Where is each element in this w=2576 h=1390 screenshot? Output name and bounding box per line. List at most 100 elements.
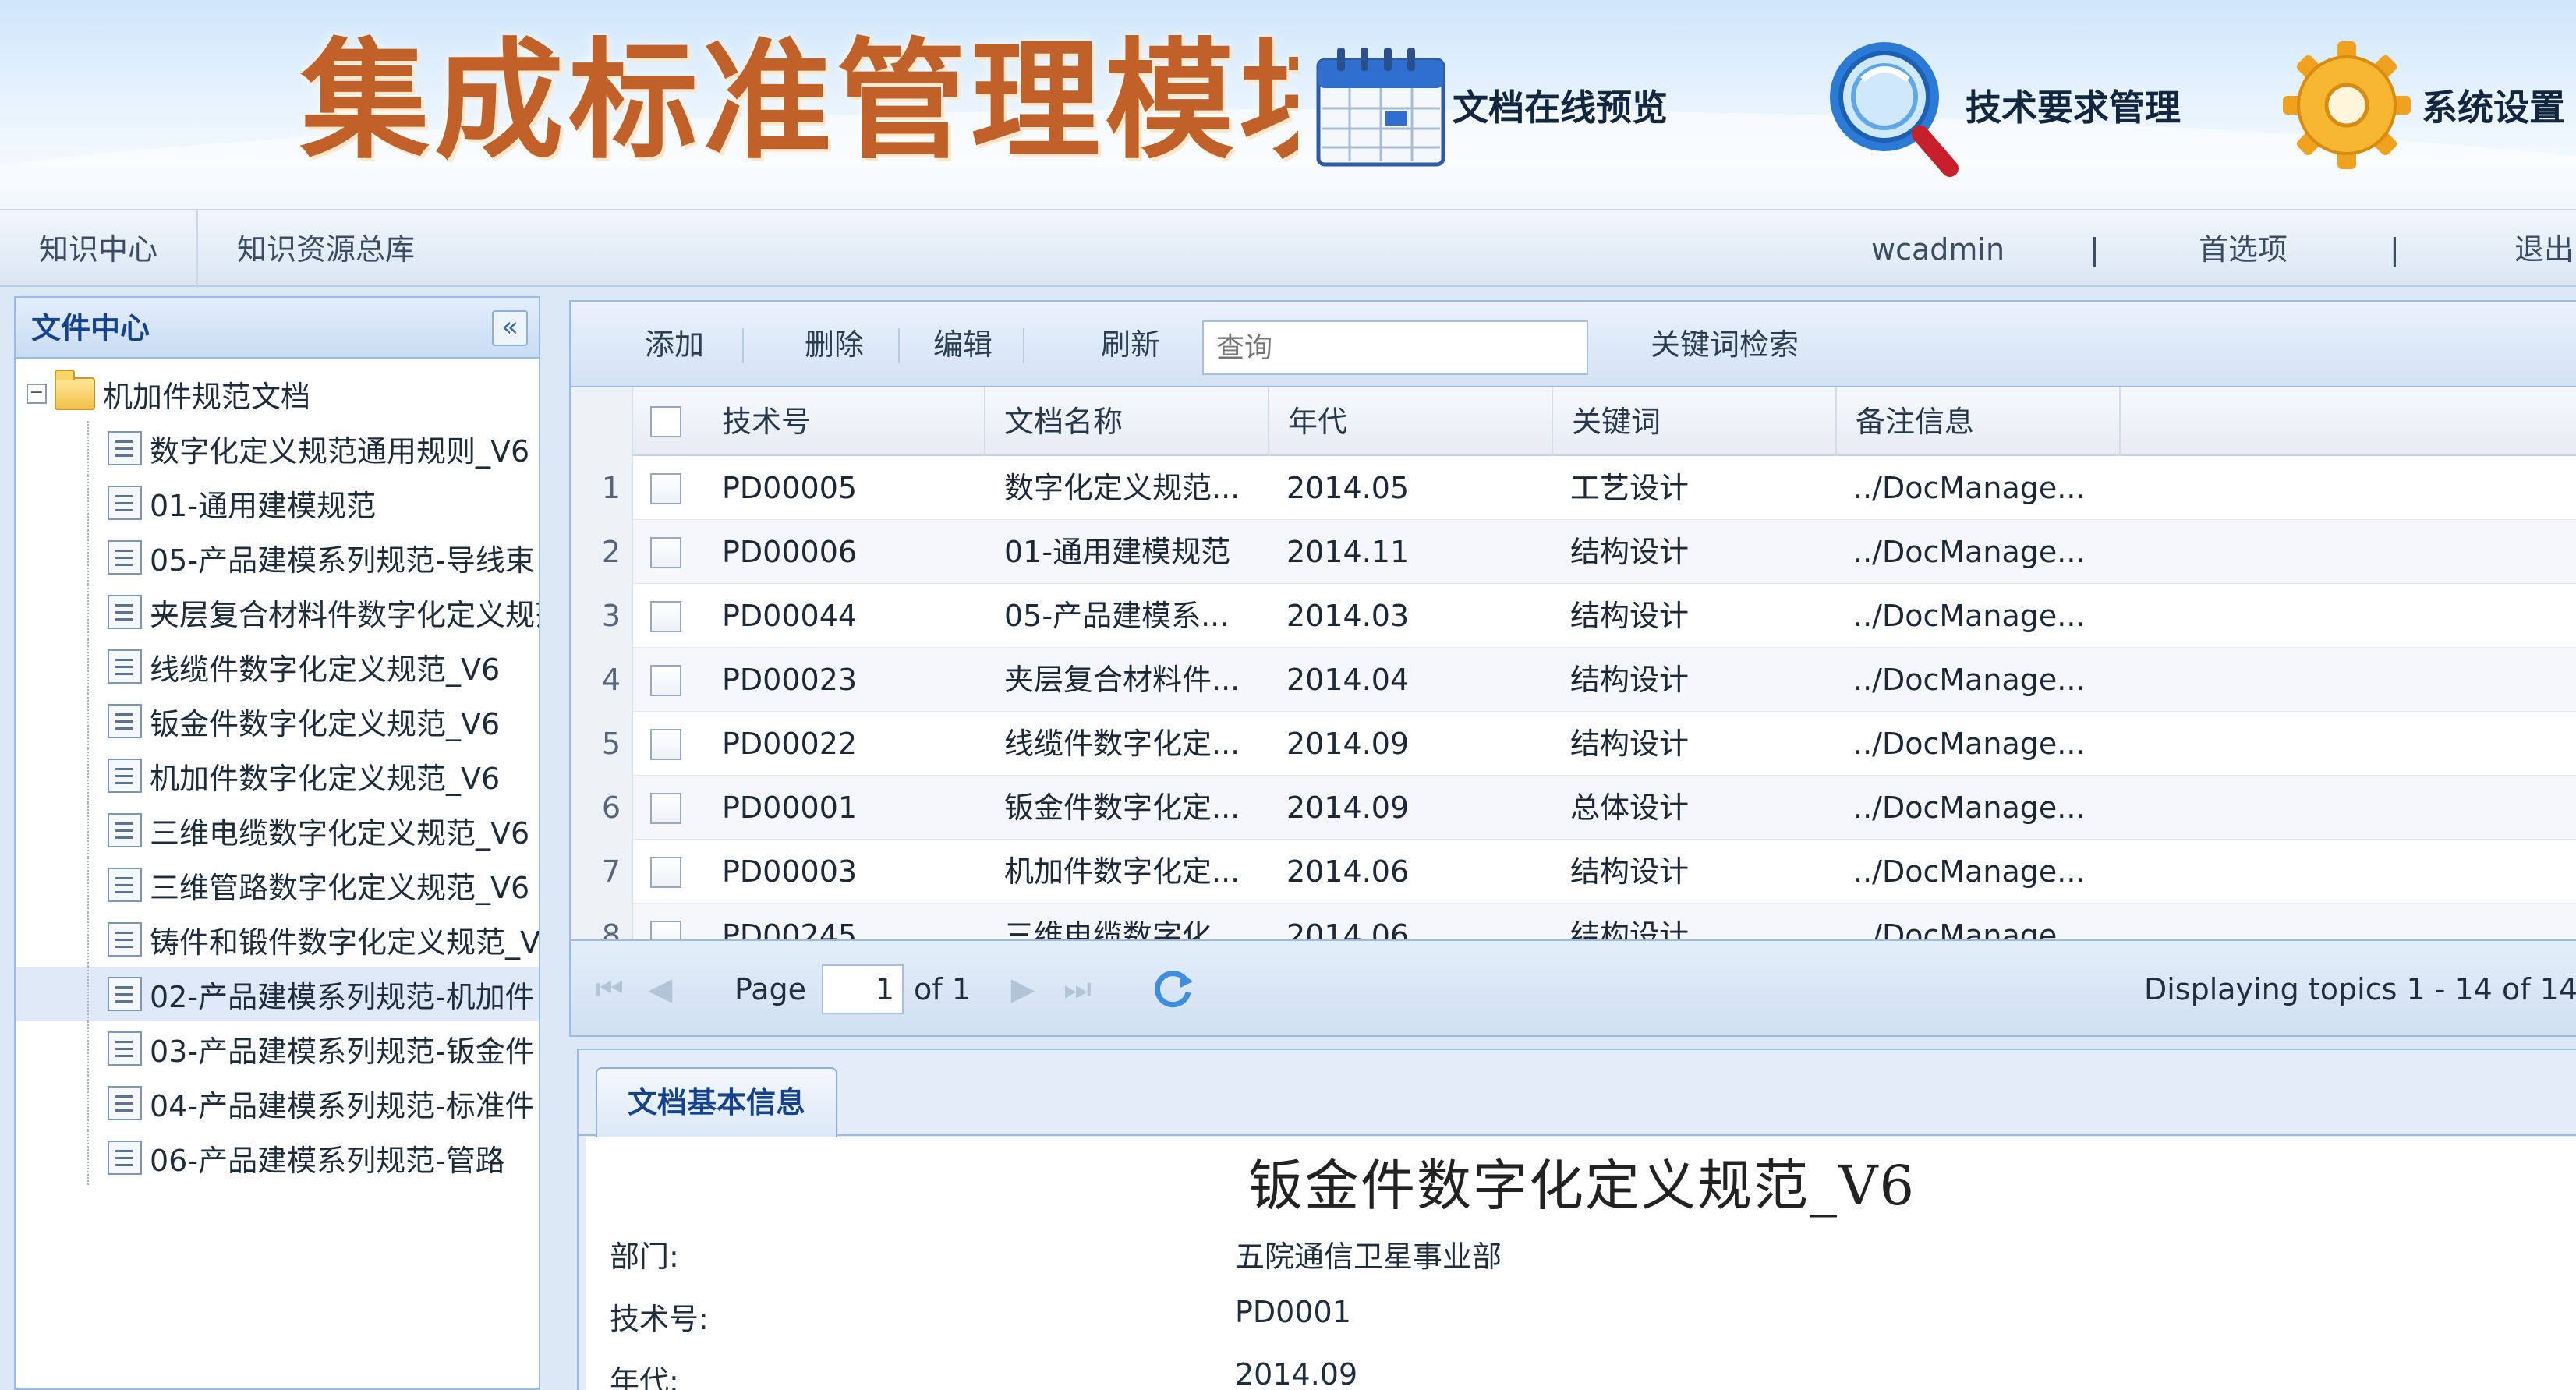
detail-tabstrip: 文档基本信息 (579, 1050, 2576, 1137)
tree-item[interactable]: 02-产品建模系列规范-机加件 (16, 967, 539, 1021)
tree-item[interactable]: 夹层复合材料件数字化定义规范 (16, 585, 539, 639)
tree-item[interactable]: 03-产品建模系列规范-钣金件 (16, 1021, 539, 1076)
menu-knowledge-center[interactable]: 知识中心 (0, 210, 199, 288)
tree-item-label: 02-产品建模系列规范-机加件 (150, 979, 535, 1014)
cell-keywords: 结构设计 (1570, 727, 1690, 761)
row-checkbox[interactable] (650, 729, 681, 760)
tree-item-label: 三维电缆数字化定义规范_V6 (150, 815, 530, 851)
row-checkbox[interactable] (650, 793, 681, 824)
next-page-icon[interactable]: ▶ (1007, 971, 1039, 1008)
document-icon (108, 922, 142, 957)
document-icon (108, 1086, 142, 1120)
page-number-input[interactable] (822, 964, 904, 1014)
app-title: 集成标准管理模块 (300, 25, 1298, 177)
nav-online-preview[interactable]: 文档在线预览 (1314, 31, 1668, 179)
detail-body: 钣金件数字化定义规范_V6 部门: 五院通信卫星事业部 技术号: PD0001 … (586, 1137, 2576, 1390)
row-checkbox[interactable] (650, 857, 681, 888)
preferences-link[interactable]: 首选项 (2199, 210, 2288, 288)
menu-knowledge-library[interactable]: 知识资源总库 (198, 210, 454, 288)
column-header-notes[interactable]: 备注信息 (1837, 387, 2121, 456)
select-all-checkbox[interactable] (650, 406, 681, 437)
table-row[interactable]: 3 PD00044 05-产品建模系... 2014.03 结构设计 ../DocMana… (571, 584, 2576, 648)
row-checkbox[interactable] (650, 537, 681, 568)
document-grid-panel: 添加 删除 编辑 刷新 关键词检索 技术号 文档名称 年代 关键词 备注信息 1… (569, 300, 2576, 1037)
row-checkbox[interactable] (650, 473, 681, 504)
table-row[interactable]: 2 PD00006 01-通用建模规范 2014.11 结构设计 ../DocManage… (571, 520, 2576, 584)
row-number: 4 (571, 648, 633, 712)
cell-tech-no: PD00022 (722, 727, 858, 761)
cell-doc-name: 夹层复合材料件... (1004, 663, 1240, 697)
tree-item[interactable]: 线缆件数字化定义规范_V6 (16, 639, 539, 694)
tech-no-label: 技术号: (610, 1302, 709, 1336)
menu-separator: | (2390, 232, 2400, 267)
collapse-panel-button[interactable]: « (492, 310, 528, 346)
tree-item[interactable]: 04-产品建模系列规范-标准件 (16, 1076, 539, 1130)
cell-notes: ../DocManage... (1853, 727, 2086, 761)
tab-basic-info[interactable]: 文档基本信息 (596, 1067, 837, 1137)
table-row[interactable]: 6 PD00001 钣金件数字化定... 2014.09 总体设计 ../DocManag… (571, 776, 2576, 840)
document-icon (108, 1031, 142, 1066)
column-header-year[interactable]: 年代 (1269, 387, 1553, 456)
cell-year: 2014.09 (1286, 790, 1410, 825)
file-center-header: 文件中心 « (16, 298, 539, 359)
row-number: 6 (571, 776, 633, 840)
nav-tech-requirements[interactable]: 技术要求管理 (1821, 31, 2181, 179)
tree-item[interactable]: 铸件和锻件数字化定义规范_V6 (16, 912, 539, 967)
tree-toggle-icon[interactable]: − (27, 384, 47, 404)
cell-keywords: 结构设计 (1570, 854, 1690, 889)
refresh-button[interactable]: 刷新 (1101, 302, 1160, 387)
tree-root-node[interactable]: − 机加件规范文档 (16, 366, 539, 421)
cell-tech-no: PD00006 (722, 535, 858, 569)
keyword-search-button[interactable]: 关键词检索 (1651, 302, 1799, 387)
edit-button[interactable]: 编辑 (933, 302, 993, 387)
cell-keywords: 结构设计 (1570, 599, 1690, 633)
tree-item-label: 05-产品建模系列规范-导线束 (150, 543, 535, 578)
search-input[interactable] (1202, 320, 1588, 375)
cell-notes: ../DocManage... (1853, 663, 2086, 697)
cell-doc-name: 05-产品建模系... (1004, 599, 1230, 633)
cell-doc-name: 三维电缆数字化... (1004, 918, 1240, 939)
row-checkbox[interactable] (650, 665, 681, 696)
tree-item[interactable]: 三维管路数字化定义规范_V6 (16, 858, 539, 912)
cell-notes: ../DocManage... (1853, 854, 2086, 889)
department-value: 五院通信卫星事业部 (1235, 1240, 1502, 1274)
row-checkbox[interactable] (650, 921, 681, 939)
last-page-icon[interactable]: ⏭ (1062, 971, 1093, 1008)
menu-separator: | (2089, 232, 2100, 267)
add-button[interactable]: 添加 (645, 302, 704, 387)
first-page-icon[interactable]: ⏮ (594, 971, 625, 1008)
tree-item[interactable]: 05-产品建模系列规范-导线束 (16, 530, 539, 585)
table-row[interactable]: 1 PD00005 数字化定义规范... 2014.05 工艺设计 ../DocManag… (571, 456, 2576, 520)
logout-link[interactable]: 退出 (2514, 210, 2574, 288)
tree-item[interactable]: 机加件数字化定义规范_V6 (16, 748, 539, 803)
table-row[interactable]: 8 PD00245 三维电缆数字化... 2014.06 结构设计 ../DocManag… (571, 904, 2576, 939)
file-center-title: 文件中心 (31, 311, 150, 345)
table-row[interactable]: 4 PD00023 夹层复合材料件... 2014.04 结构设计 ../DocManag… (571, 648, 2576, 712)
nav-system-settings[interactable]: 系统设置 (2277, 31, 2565, 179)
row-number: 5 (571, 712, 633, 776)
table-row[interactable]: 7 PD00003 机加件数字化定... 2014.06 结构设计 ../DocManag… (571, 840, 2576, 904)
row-checkbox[interactable] (650, 601, 681, 632)
tree-item[interactable]: 数字化定义规范通用规则_V6 (16, 421, 539, 476)
tree-item-label: 03-产品建模系列规范-钣金件 (150, 1034, 535, 1069)
tree-item[interactable]: 三维电缆数字化定义规范_V6 (16, 803, 539, 858)
table-row[interactable]: 5 PD00022 线缆件数字化定... 2014.09 结构设计 ../DocManag… (571, 712, 2576, 776)
folder-icon (55, 370, 95, 410)
refresh-icon[interactable] (1149, 964, 1196, 1011)
page-of-label: of 1 (914, 972, 971, 1006)
tree-item-label: 01-通用建模规范 (150, 488, 377, 523)
cell-keywords: 结构设计 (1570, 918, 1690, 939)
tree-item[interactable]: 06-产品建模系列规范-管路 (16, 1130, 539, 1185)
cell-year: 2014.06 (1286, 918, 1410, 939)
column-header-doc-name[interactable]: 文档名称 (985, 387, 1269, 456)
tree-item[interactable]: 钣金件数字化定义规范_V6 (16, 694, 539, 748)
column-header-keywords[interactable]: 关键词 (1553, 387, 1837, 456)
tree-item[interactable]: 01-通用建模规范 (16, 476, 539, 530)
prev-page-icon[interactable]: ◀ (645, 971, 676, 1008)
cell-notes: ../DocManage... (1853, 790, 2086, 825)
delete-button[interactable]: 删除 (805, 302, 864, 387)
cell-year: 2014.05 (1286, 471, 1410, 505)
column-header-tech-no[interactable]: 技术号 (703, 387, 985, 456)
cell-year: 2014.06 (1286, 854, 1410, 889)
nav-online-preview-label: 文档在线预览 (1453, 87, 1668, 129)
